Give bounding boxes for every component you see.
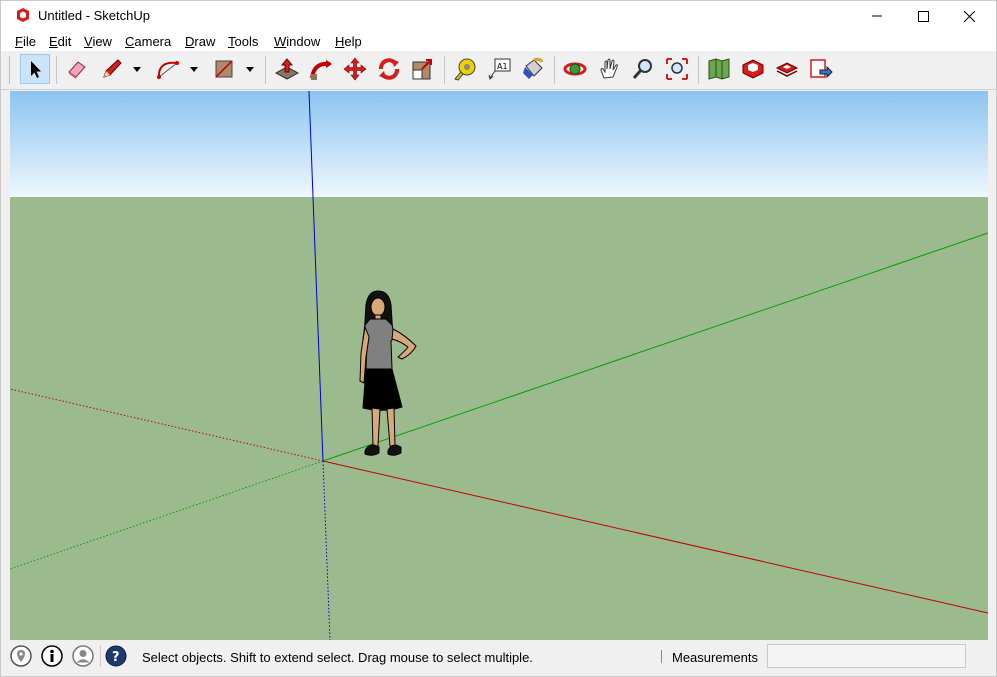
tape-measure-icon — [454, 58, 476, 81]
orbit-tool-button[interactable] — [560, 54, 590, 84]
paint-bucket-tool-button[interactable] — [518, 54, 548, 84]
menu-view[interactable]: View — [84, 34, 112, 49]
text-label-icon: A1 — [488, 58, 511, 80]
status-separator — [100, 645, 101, 667]
ground — [10, 197, 988, 640]
orbit-icon — [563, 62, 587, 76]
minimize-icon — [872, 15, 882, 17]
zoom-extents-icon — [666, 58, 688, 80]
toolbar-grip[interactable] — [9, 56, 10, 84]
credits-icon[interactable] — [41, 645, 63, 667]
maximize-icon — [917, 10, 929, 22]
push-pull-icon — [274, 58, 300, 80]
move-arrows-icon — [343, 57, 367, 81]
dropdown-triangle-icon — [133, 66, 141, 72]
dropdown-triangle-icon — [190, 66, 198, 72]
sketchup-app-icon — [17, 8, 29, 22]
eraser-tool-button[interactable] — [62, 54, 92, 84]
rectangle-tool-button[interactable] — [209, 54, 239, 84]
pencil-icon — [103, 59, 122, 78]
toolbar-separator — [698, 56, 699, 84]
zoom-tool-button[interactable] — [628, 54, 658, 84]
layout-button[interactable] — [772, 54, 802, 84]
menu-edit[interactable]: Edit — [49, 34, 71, 49]
scale-tool-button[interactable] — [408, 54, 438, 84]
user-account-icon[interactable] — [72, 645, 94, 667]
move-tool-button[interactable] — [340, 54, 370, 84]
push-pull-tool-button[interactable] — [272, 54, 302, 84]
rotate-icon — [379, 58, 399, 80]
layout-icon — [775, 62, 799, 77]
svg-text:?: ? — [112, 650, 120, 665]
shape-tools-dropdown[interactable] — [244, 54, 256, 84]
zoom-extents-tool-button[interactable] — [662, 54, 692, 84]
toolbar-separator — [56, 56, 57, 84]
status-bar: ? Select objects. Shift to extend select… — [1, 641, 996, 676]
3d-warehouse-icon — [708, 58, 730, 80]
scale-icon — [412, 59, 432, 80]
rotate-tool-button[interactable] — [374, 54, 404, 84]
menu-help[interactable]: Help — [335, 34, 362, 49]
follow-me-icon — [310, 60, 332, 80]
send-to-layout-button[interactable] — [806, 54, 836, 84]
follow-me-tool-button[interactable] — [306, 54, 336, 84]
menu-draw[interactable]: Draw — [185, 34, 215, 49]
toolbar-separator — [265, 56, 266, 84]
close-icon — [963, 10, 975, 22]
extension-warehouse-icon — [742, 59, 764, 79]
menu-bar: File Edit View Camera Draw Tools Window … — [1, 31, 996, 51]
magnifier-icon — [632, 59, 652, 79]
svg-text:A1: A1 — [497, 62, 508, 71]
status-message: Select objects. Shift to extend select. … — [142, 650, 533, 665]
dropdown-triangle-icon — [246, 66, 254, 72]
large-tool-set-toolbar: A1 — [1, 51, 996, 90]
measurements-label: Measurements — [672, 650, 758, 665]
window-title: Untitled - SketchUp — [38, 8, 150, 23]
close-button[interactable] — [946, 1, 992, 31]
3d-warehouse-button[interactable] — [704, 54, 734, 84]
geo-location-icon[interactable] — [10, 645, 32, 667]
arc-tools-dropdown[interactable] — [188, 54, 200, 84]
minimize-button[interactable] — [854, 1, 900, 31]
menu-file[interactable]: File — [15, 34, 36, 49]
measurements-input[interactable] — [767, 644, 966, 668]
paint-bucket-icon — [523, 57, 544, 79]
pan-hand-icon — [600, 58, 618, 79]
line-tools-dropdown[interactable] — [131, 54, 143, 84]
select-arrow-icon — [31, 61, 41, 78]
title-bar[interactable]: Untitled - SketchUp — [1, 1, 996, 31]
arc-tool-button[interactable] — [153, 54, 183, 84]
rectangle-icon — [215, 60, 233, 78]
status-separator — [661, 650, 662, 663]
sketchup-window: Untitled - SketchUp File Edit View Camer… — [0, 0, 997, 677]
sky — [10, 91, 988, 197]
line-tool-button[interactable] — [97, 54, 127, 84]
toolbar-separator — [554, 56, 555, 84]
arc-icon — [157, 61, 179, 79]
eraser-icon — [68, 61, 86, 79]
select-tool-button[interactable] — [20, 54, 50, 84]
menu-tools[interactable]: Tools — [228, 34, 258, 49]
menu-window[interactable]: Window — [274, 34, 320, 49]
text-tool-button[interactable]: A1 — [484, 54, 514, 84]
help-icon[interactable]: ? — [105, 645, 127, 667]
3d-modeling-viewport[interactable] — [10, 91, 988, 640]
send-to-layout-icon — [810, 59, 833, 79]
maximize-button[interactable] — [900, 1, 946, 31]
toolbar-separator — [444, 56, 445, 84]
tape-measure-tool-button[interactable] — [450, 54, 480, 84]
extension-warehouse-button[interactable] — [738, 54, 768, 84]
pan-tool-button[interactable] — [594, 54, 624, 84]
menu-camera[interactable]: Camera — [125, 34, 171, 49]
